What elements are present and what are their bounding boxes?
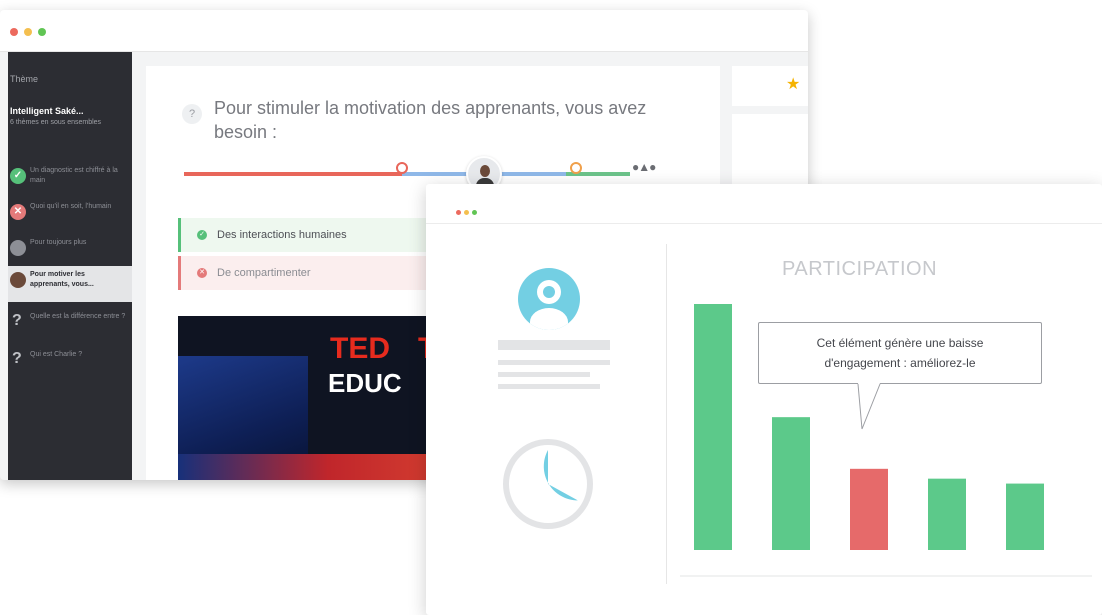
avatar-head-inner [543,286,555,298]
profile-line-placeholder [498,384,600,389]
avatar-face [480,165,490,177]
tooltip-pointer [857,383,881,430]
star-icon[interactable]: ★ [786,74,800,94]
profile-line-placeholder [498,372,590,377]
video-stage [178,454,428,480]
analytics-window: PARTICIPATION Cet élément génère une bai… [426,184,1102,615]
question-text: Pour stimuler la motivation des apprenan… [214,98,647,142]
course-title: Intelligent Saké... [10,106,84,116]
tooltip-line-1: Cet élément génère une baisse [816,336,984,350]
check-icon: ✓ [10,168,26,184]
sidebar-item-charlie[interactable]: ? Qui est Charlie ? [8,346,132,382]
profile-name-placeholder [498,340,610,350]
sidebar-item-more[interactable]: Pour toujours plus [8,234,132,270]
learner-pin-icon [396,162,408,174]
close-dot[interactable] [10,28,18,36]
chart-title: PARTICIPATION [782,258,938,280]
avatar-icon [10,272,26,288]
donut-chart [503,439,593,529]
course-sidebar: Thème Intelligent Saké... 6 thèmes en so… [8,52,132,480]
ted-video-thumbnail[interactable]: TED T EDUC [178,316,428,480]
sidebar-item-diagnostic[interactable]: ✓ Un diagnostic est chiffré à la main [8,162,132,198]
course-subtitle: 6 thèmes en sous ensembles [10,119,102,126]
bar[interactable] [928,478,966,550]
bar-highlighted[interactable] [850,468,888,550]
panel-divider [666,244,667,584]
minimize-dot[interactable] [24,28,32,36]
ted-logo-text: TED [330,332,390,365]
sidebar-header: Thème [10,74,39,84]
cross-icon: ✕ [10,204,26,220]
profile-line-placeholder [498,360,610,365]
answer-label: Des interactions humaines [217,229,347,241]
pending-icon [10,240,26,256]
engagement-tooltip: Cet élément génère une baisse d'engageme… [758,322,1042,384]
minimize-dot[interactable] [464,210,469,215]
question-mark-icon: ? [12,312,22,329]
sidebar-item-difference[interactable]: ? Quelle est la différence entre ? [8,308,132,344]
bar[interactable] [1006,483,1044,550]
group-avatars-icon: ●▲● [632,160,656,174]
tooltip-line-2: d'engagement : améliorez-le [824,356,976,370]
bar[interactable] [694,304,732,550]
avatar-shoulders [530,308,568,330]
user-avatar-icon [518,268,580,330]
bar[interactable] [772,417,810,550]
answer-label: De compartimenter [217,267,311,279]
screenshot-stage: Thème Intelligent Saké... 6 thèmes en so… [0,0,1102,615]
sidebar-item-label: Un diagnostic est chiffré à la main [30,167,118,184]
donut-fill [543,450,578,501]
question-mark-icon: ? [12,350,22,367]
sidebar-item-motivation[interactable]: Pour motiver les apprenants, vous... [8,266,132,302]
sidebar-item-label: Pour toujours plus [30,239,87,246]
maximize-dot[interactable] [472,210,477,215]
sidebar-item-label: Quelle est la différence entre ? [30,313,126,320]
check-icon: ✓ [197,230,207,240]
sidebar-item-human[interactable]: ✕ Quoi qu'il en soit, l'humain [8,198,132,234]
question-badge: ? [182,104,202,124]
sidebar-item-label: Pour motiver les apprenants, vous... [30,271,94,288]
ted-edu-text: EDUC [328,368,402,398]
analytics-window-titlebar [426,184,1102,224]
maximize-dot[interactable] [38,28,46,36]
course-window-titlebar [0,10,808,52]
progress-segment-red [184,172,402,176]
sidebar-item-label: Qui est Charlie ? [30,351,83,358]
learner-pin-icon [570,162,582,174]
sidebar-item-label: Quoi qu'il en soit, l'humain [30,203,112,210]
cross-icon: ✕ [197,268,207,278]
close-dot[interactable] [456,210,461,215]
